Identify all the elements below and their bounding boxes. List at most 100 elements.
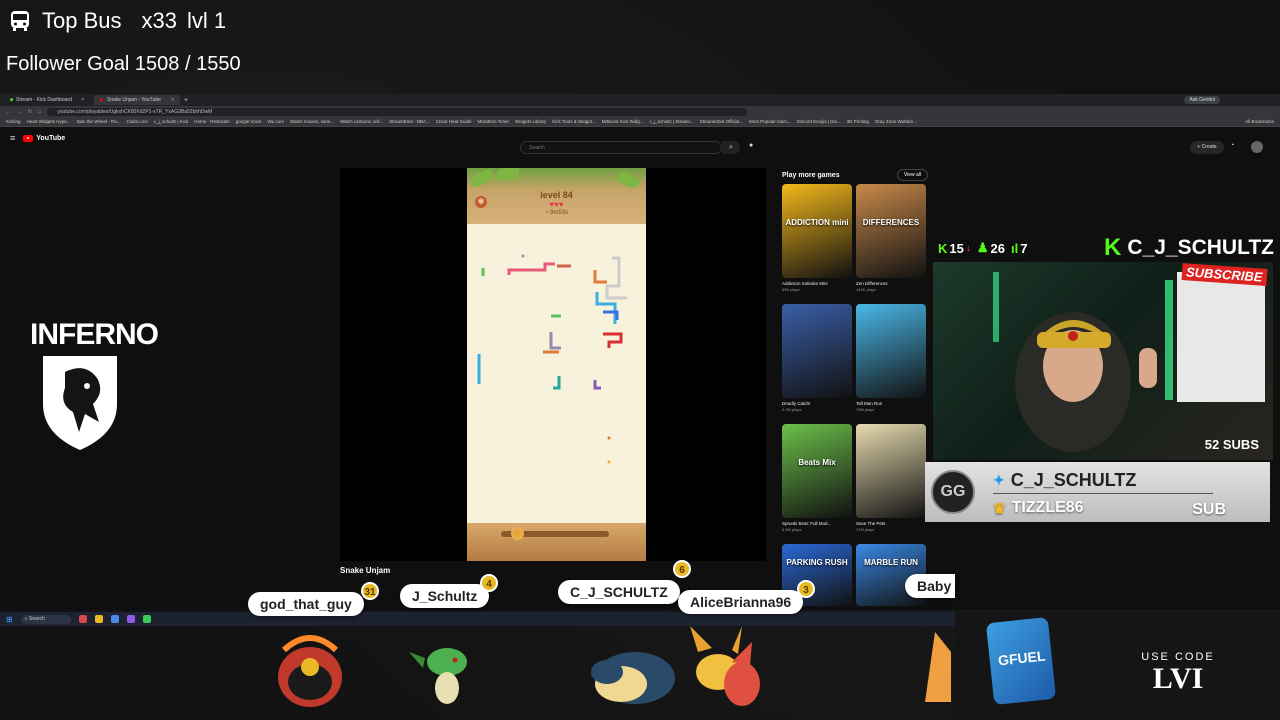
microphone-icon[interactable]: ● [749,142,753,149]
back-icon[interactable]: ← [6,109,11,115]
game-card[interactable]: Save The Pets 17M plays [856,424,926,544]
new-tab-button[interactable]: + [184,97,188,104]
leaf-decoration [615,169,641,191]
bookmark-item[interactable]: Widgets Library [515,119,546,124]
pokemon-fennekin-sprite [690,626,760,706]
url-field[interactable]: youtube.com/playables/UgkxhCK80Xd2P1-xTR… [47,107,748,116]
forward-icon[interactable]: → [17,109,22,115]
tab-youtube[interactable]: ▶ Snake Unjam - YouTube × [94,95,180,105]
video-title: Snake Unjam [340,566,391,575]
game-title[interactable]: Zen Differences [856,281,926,286]
game-card[interactable]: Deadly Catch! 2.7M plays [782,304,852,424]
bookmark-item[interactable]: Gray Zone Warfare... [875,119,917,124]
close-icon[interactable]: × [171,97,174,103]
bookmark-item[interactable]: google Voice [236,119,262,124]
bookmark-item[interactable]: Discord Emojis | Dis... [797,119,841,124]
video-player[interactable]: ✻ level 84 ♥♥♥ ◔ 9m53s [340,168,766,561]
bookmark-item[interactable]: Marathon Timer [477,119,509,124]
chatter-level-badge: 4 [480,574,498,592]
game-card[interactable]: Tall Man Run 78M plays [856,304,926,424]
bookmark-item[interactable]: Watch movies, serie... [290,119,334,124]
game-title[interactable]: Save The Pets [856,521,926,526]
view-all-button[interactable]: View all [896,169,928,181]
notifications-icon[interactable]: ◔ [1230,142,1234,149]
bookmark-item[interactable]: Watch cartoons onli... [340,119,383,124]
bookmark-item[interactable]: c_j_schultz | Kick [154,119,188,124]
play-more-games-heading: Play more games [782,171,840,179]
bookmark-item[interactable]: Home - Restream [194,119,230,124]
games-grid: ADDICTION mini Addiction Solitaire Mini 69… [782,184,928,606]
bookmark-item[interactable]: Heart Widgets Hype... [27,119,71,124]
game-plays: 143K plays [856,287,876,292]
bookmark-item[interactable]: Wu.com [268,119,284,124]
game-card[interactable]: Beats Mix Sprunki Beat: Full Mod... 6.5M p… [782,424,852,544]
game-title[interactable]: Tall Man Run [856,401,926,406]
game-title[interactable]: Addiction Solitaire Mini [782,281,852,286]
game-thumbnail-text: PARKING RUSH [786,558,848,567]
leaf-decoration [497,168,519,180]
sponsor-code: LVI [1152,662,1204,695]
reload-icon[interactable]: ↻ [28,109,32,115]
chatter-name-bubble: AliceBrianna96 [678,590,804,614]
latest-sub-name: TIZZLE86 [1011,499,1084,516]
bookmark-item[interactable]: Streamerbot Official... [700,119,743,124]
discord-icon[interactable] [126,615,135,623]
home-icon[interactable]: ⌂ [38,109,41,115]
youtube-logo-text: YouTube [36,134,66,142]
channel-name-text: C_J_SCHULTZ [1127,236,1274,259]
game-plays: 17M plays [856,527,875,532]
snake-unjam-game[interactable]: ✻ level 84 ♥♥♥ ◔ 9m53s [467,168,646,561]
twitter-handle-text: C_J_SCHULTZ [1010,470,1137,490]
game-title[interactable]: Sprunki Beat: Full Mod... [782,521,852,526]
create-button[interactable]: + Create [1190,141,1224,154]
bookmark-item[interactable]: Cricut Heat Guide [436,119,472,124]
game-card[interactable]: DIFFERENCES Zen Differences 143K plays [856,184,926,304]
bookmark-item[interactable]: Spin the Wheel - Ra... [77,119,121,124]
windows-start-icon[interactable]: ⊞ [6,615,13,624]
arrow-down-icon: ↓ [965,242,971,254]
zoom-slider-handle[interactable] [511,527,524,540]
search-input[interactable]: Search [520,141,722,154]
bookmark-item[interactable]: Clubs.com [127,119,148,124]
pokemon-emboar-sprite [278,635,342,707]
follow-count-stat: ♟ 26 [977,240,1005,256]
stream-info-bar: GG ✦ C_J_SCHULTZ ♛ TIZZLE86 SUB [925,462,1270,522]
bookmark-item[interactable]: All Bookmarks [1245,119,1274,124]
game-board[interactable] [467,228,646,523]
ask-gemini-button[interactable]: Ask Gemini [1184,96,1220,104]
bookmark-item[interactable]: MrBoost Kick Widg... [602,119,644,124]
game-card[interactable]: ADDICTION mini Addiction Solitaire Mini 69… [782,184,852,304]
game-thumbnail[interactable]: DIFFERENCES [856,184,926,278]
leaf-decoration [469,168,495,188]
game-thumbnail[interactable] [856,304,926,398]
avatar[interactable] [1251,141,1263,153]
bookmark-item[interactable]: 3D Printing [847,119,869,124]
app-icon[interactable] [78,615,87,623]
person-icon: ♟ [976,240,989,255]
streamer-image [993,272,1265,452]
kick-logo-icon: K [1104,234,1122,261]
bookmark-item[interactable]: c_j_schultz | Stream... [649,119,693,124]
youtube-logo[interactable]: YouTube [23,134,66,142]
folder-icon[interactable] [94,615,103,623]
game-thumbnail[interactable] [856,424,926,518]
browser-icon[interactable] [110,615,119,623]
game-thumbnail[interactable]: ADDICTION mini [782,184,852,278]
search-icon[interactable]: ⌕ [722,141,740,154]
game-title[interactable]: Deadly Catch! [782,401,852,406]
game-thumbnail[interactable]: Beats Mix [782,424,852,518]
bookmark-item[interactable]: Kicking [6,119,21,124]
game-thumbnail[interactable] [782,304,852,398]
close-icon[interactable]: × [81,97,84,103]
chatter-name-bubble: C_J_SCHULTZ [558,580,680,604]
bookmark-item[interactable]: Kick Tools & Widget... [552,119,595,124]
menu-icon[interactable]: ≡ [10,133,15,143]
tab-kick-dashboard[interactable]: ■ Stream - Kick Dashboard × [4,95,90,105]
taskbar-search-label: Search [28,615,45,622]
stream-stats-bar: K 15 ↓ ♟ 26 ıl 7 K C_J_SCHULTZ [938,234,1274,262]
youtube-play-icon [23,134,34,142]
bookmark-item[interactable]: Most Popular Anim... [749,119,791,124]
spotify-icon[interactable] [142,615,151,623]
bookmark-item[interactable]: StreamEast - NBA... [389,119,430,124]
taskbar-search[interactable]: ⌕ Search [20,614,71,624]
